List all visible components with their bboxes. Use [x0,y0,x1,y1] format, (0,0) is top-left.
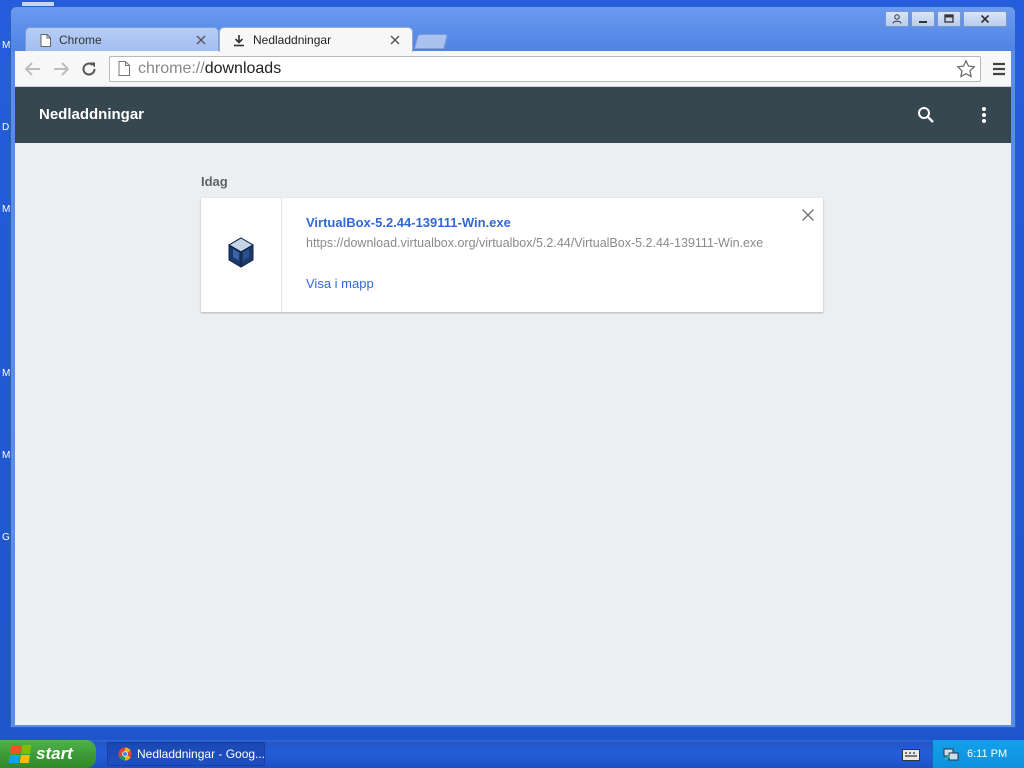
page-header: Nedladdningar [15,87,1011,143]
download-item: VirtualBox-5.2.44-139111-Win.exe https:/… [201,198,823,312]
user-icon[interactable] [885,11,909,27]
close-icon[interactable] [963,11,1007,27]
date-group-label: Idag [201,174,228,189]
more-options-icon[interactable] [981,106,987,124]
file-icon-column [201,198,282,312]
url-text[interactable]: chrome://downloads [138,60,281,78]
maximize-icon[interactable] [937,11,961,27]
system-tray: 6:11 PM [932,740,1024,768]
virtualbox-icon [227,236,255,274]
url-path: downloads [204,60,282,77]
tab-downloads[interactable]: Nedladdningar [219,27,413,52]
page-title: Nedladdningar [39,106,145,123]
remove-from-list-icon[interactable] [801,208,815,222]
toolbar: chrome://downloads [15,51,1011,87]
keyboard-icon[interactable] [902,748,920,761]
bookmark-star-icon[interactable] [956,59,976,79]
address-bar[interactable]: chrome://downloads [109,56,981,82]
download-file-name-link[interactable]: VirtualBox-5.2.44-139111-Win.exe [306,215,511,230]
page-icon [118,61,132,77]
clock[interactable]: 6:11 PM [967,748,1007,760]
url-scheme: chrome:// [138,60,205,77]
download-source-url[interactable]: https://download.virtualbox.org/virtualb… [306,236,763,250]
tab-title: Nedladdningar [253,33,332,47]
title-bar: Chrome Nedladdningar [11,7,1015,52]
download-icon [232,33,246,47]
menu-icon[interactable] [991,60,1007,78]
new-tab-button[interactable] [413,34,449,49]
network-icon[interactable] [943,746,959,762]
windows-logo-icon [8,745,32,763]
tab-title: Chrome [59,33,102,47]
window-controls [885,11,1007,27]
show-in-folder-link[interactable]: Visa i mapp [306,276,374,291]
taskbar-item-label: Nedladdningar - Goog... [137,747,265,761]
reload-icon[interactable] [79,59,99,79]
taskbar: start Nedladdningar - Goog... 6:11 PM [0,740,1024,768]
start-label: start [36,744,73,763]
back-icon[interactable] [23,59,43,79]
tab-chrome[interactable]: Chrome [25,27,219,52]
taskbar-item-chrome[interactable]: Nedladdningar - Goog... [107,742,265,766]
close-icon[interactable] [388,33,402,47]
chrome-icon [118,747,132,761]
downloads-page: Nedladdningar Idag VirtualBox-5.2.44-139… [15,87,1011,725]
browser-window: Chrome Nedladdningar chrome://downloads … [10,6,1016,728]
start-button[interactable]: start [0,740,96,768]
close-icon[interactable] [194,33,208,47]
minimize-icon[interactable] [911,11,935,27]
forward-icon[interactable] [51,59,71,79]
search-icon[interactable] [917,106,935,124]
page-icon [38,33,52,47]
